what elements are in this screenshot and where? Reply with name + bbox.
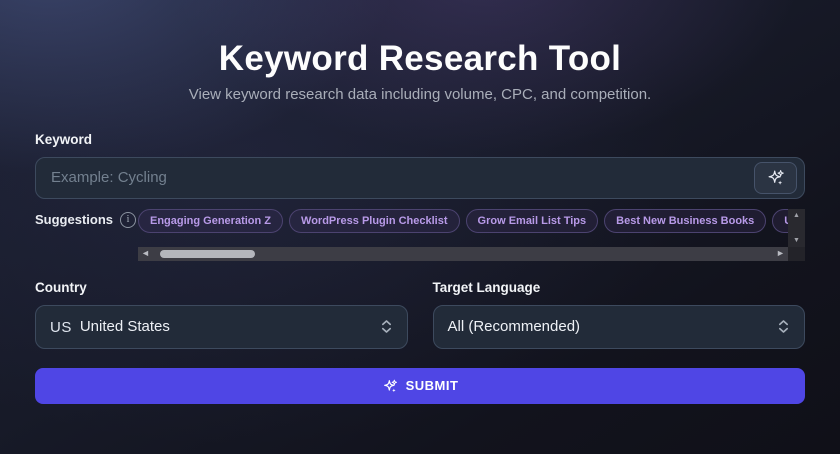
chevron-updown-icon xyxy=(381,320,391,333)
us-flag-text: US xyxy=(50,319,72,336)
suggestion-chip-list: Engaging Generation Z WordPress Plugin C… xyxy=(138,208,788,234)
suggestion-chip[interactable]: Grow Email List Tips xyxy=(465,208,599,233)
country-language-row: Country US United States Target Language… xyxy=(35,280,805,349)
language-selected-value: All (Recommended) xyxy=(447,318,581,335)
target-language-label: Target Language xyxy=(432,279,541,295)
horizontal-scrollbar-row: ◄ ► xyxy=(138,246,805,261)
country-label: Country xyxy=(35,279,87,295)
suggestions-label: Suggestions xyxy=(35,212,114,227)
submit-button[interactable]: SUBMIT xyxy=(35,367,805,404)
scroll-right-icon[interactable]: ► xyxy=(773,249,788,258)
suggestion-chip[interactable]: Engaging Generation Z xyxy=(138,208,284,233)
suggestions-row: Suggestions i Engaging Generation Z Word… xyxy=(35,208,805,261)
scroll-down-icon[interactable]: ▼ xyxy=(793,237,800,244)
generate-keyword-button[interactable] xyxy=(754,161,797,194)
scroll-left-icon[interactable]: ◄ xyxy=(138,249,153,258)
horizontal-scrollbar[interactable]: ◄ ► xyxy=(138,246,788,261)
suggestion-chip[interactable]: WordPress Plugin Checklist xyxy=(289,208,460,233)
submit-label: SUBMIT xyxy=(405,378,459,393)
target-language-select[interactable]: All (Recommended) xyxy=(432,304,805,349)
suggestions-viewport: Engaging Generation Z WordPress Plugin C… xyxy=(138,208,805,247)
keyword-section: Keyword Suggestions i E xyxy=(35,132,805,261)
suggestions-scroll-area: Engaging Generation Z WordPress Plugin C… xyxy=(138,208,805,261)
info-icon[interactable]: i xyxy=(120,211,137,228)
keyword-research-page: Keyword Research Tool View keyword resea… xyxy=(0,0,840,454)
scrollbar-track[interactable] xyxy=(153,247,773,261)
suggestions-label-wrap: Suggestions i xyxy=(35,209,138,228)
info-icon-glyph: i xyxy=(126,213,130,225)
chevron-updown-icon xyxy=(778,320,789,333)
keyword-input-wrap xyxy=(35,156,805,199)
keyword-input[interactable] xyxy=(35,156,805,199)
country-field: Country US United States xyxy=(35,280,408,349)
page-subtitle: View keyword research data including vol… xyxy=(188,85,652,103)
suggestion-chip[interactable]: Best New Business Books xyxy=(604,208,767,233)
target-language-field: Target Language All (Recommended) xyxy=(432,279,805,349)
sparkles-icon xyxy=(383,379,397,392)
country-selected-value: United States xyxy=(79,318,170,335)
suggestion-chip[interactable]: Upcom xyxy=(772,208,788,233)
country-select[interactable]: US United States xyxy=(35,304,408,349)
page-title: Keyword Research Tool xyxy=(218,39,622,78)
keyword-label: Keyword xyxy=(35,131,93,147)
vertical-scrollbar[interactable]: ▲ ▼ xyxy=(788,208,805,247)
scroll-up-icon[interactable]: ▲ xyxy=(793,212,800,219)
sparkles-icon xyxy=(768,170,784,185)
scrollbar-thumb[interactable] xyxy=(160,249,255,258)
scrollbar-corner xyxy=(788,246,805,261)
